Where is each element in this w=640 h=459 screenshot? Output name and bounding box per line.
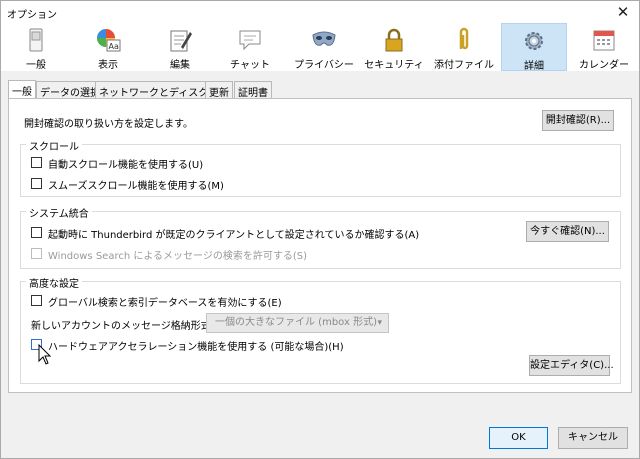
tab-data-choices[interactable]: データの選択 [36, 81, 104, 99]
general-switch-icon [29, 28, 43, 52]
category-toolbar: 一般 Aa 表示 編集 チャット プライバシー セキュリティ 添付ファイル 詳細… [1, 23, 639, 72]
chevron-down-icon: ▾ [377, 318, 382, 328]
advanced-general-panel: 開封確認の取り扱い方を設定します。 開封確認(R)... スクロール 自動スクロ… [8, 98, 632, 393]
check-now-button[interactable]: 今すぐ確認(N)... [526, 221, 609, 242]
checkbox-box[interactable] [31, 157, 42, 168]
toolbar-advanced[interactable]: 詳細 [501, 23, 567, 72]
toolbar-label: カレンダー [579, 60, 629, 71]
config-editor-button[interactable]: 設定エディタ(C)... [529, 355, 614, 376]
checkbox-label: ハードウェアアクセラレーション機能を使用する (可能な場合)(H) [48, 342, 344, 353]
advanced-settings-group: 高度な設定 グローバル検索と索引データベースを有効にする(E) 新しいアカウント… [20, 275, 621, 384]
toolbar-general[interactable]: 一般 [5, 23, 67, 71]
tab-certificates[interactable]: 証明書 [234, 81, 272, 99]
toolbar-label: 詳細 [524, 61, 544, 72]
checkbox-label: グローバル検索と索引データベースを有効にする(E) [48, 298, 282, 309]
toolbar-chat[interactable]: チャット [217, 23, 283, 71]
calendar-icon [593, 30, 615, 51]
group-title: スクロール [26, 138, 82, 153]
checkbox-label: Windows Search によるメッセージの検索を許可する(S) [48, 251, 308, 262]
checkbox-label: 自動スクロール機能を使用する(U) [48, 160, 204, 171]
select-value: 一個の大きなファイル (mbox 形式) [215, 317, 377, 328]
system-integration-group: システム統合 起動時に Thunderbird が既定のクライアントとして設定さ… [20, 205, 621, 269]
group-title: 高度な設定 [26, 275, 82, 290]
toolbar-calendar[interactable]: カレンダー [571, 23, 637, 71]
checkbox-label: 起動時に Thunderbird が既定のクライアントとして設定されているか確認… [48, 230, 420, 241]
security-lock-icon [385, 28, 403, 52]
close-button[interactable]: ✕ [613, 3, 633, 21]
ok-button[interactable]: OK [489, 427, 548, 449]
svg-text:Aa: Aa [109, 42, 119, 51]
toolbar-attachments[interactable]: 添付ファイル [431, 23, 497, 71]
title-bar: オプション ✕ [1, 1, 639, 23]
checkbox-box[interactable] [31, 227, 42, 238]
toolbar-label: 編集 [170, 60, 190, 71]
chat-bubble-icon [239, 30, 261, 51]
checkbox-label: スムーズスクロール機能を使用する(M) [48, 181, 224, 192]
display-palette-icon: Aa [97, 29, 121, 52]
options-dialog: オプション ✕ 一般 Aa 表示 編集 チャット プライバシー セキュリティ 添… [0, 0, 640, 459]
tab-update[interactable]: 更新 [205, 81, 233, 99]
tab-general[interactable]: 一般 [8, 80, 36, 100]
privacy-mask-icon [312, 31, 336, 46]
toolbar-label: 添付ファイル [434, 60, 494, 71]
mouse-cursor-icon [38, 344, 52, 365]
attachment-clip-icon [459, 27, 469, 50]
checkbox-box[interactable] [31, 248, 42, 259]
cancel-button[interactable]: キャンセル [558, 427, 628, 449]
window-title: オプション [7, 10, 57, 21]
return-receipts-button[interactable]: 開封確認(R)... [542, 110, 614, 131]
toolbar-security[interactable]: セキュリティ [361, 23, 427, 71]
group-title: システム統合 [26, 205, 92, 220]
receipt-description: 開封確認の取り扱い方を設定します。 [24, 119, 193, 130]
advanced-gear-icon [525, 32, 543, 50]
toolbar-label: チャット [230, 60, 270, 71]
toolbar-label: 一般 [26, 60, 46, 71]
compose-pen-icon [170, 30, 192, 52]
checkbox-box[interactable] [31, 178, 42, 189]
checkbox-box[interactable] [31, 295, 42, 306]
toolbar-label: プライバシー [294, 60, 354, 71]
toolbar-privacy[interactable]: プライバシー [289, 23, 359, 71]
toolbar-label: セキュリティ [364, 60, 424, 71]
toolbar-compose[interactable]: 編集 [149, 23, 211, 71]
toolbar-display[interactable]: Aa 表示 [77, 23, 139, 71]
scroll-group: スクロール 自動スクロール機能を使用する(U) スムーズスクロール機能を使用する… [20, 138, 621, 197]
storage-format-select[interactable]: 一個の大きなファイル (mbox 形式) ▾ [206, 313, 389, 333]
toolbar-label: 表示 [98, 60, 118, 71]
storage-format-label: 新しいアカウントのメッセージ格納形式(T): [31, 321, 229, 332]
